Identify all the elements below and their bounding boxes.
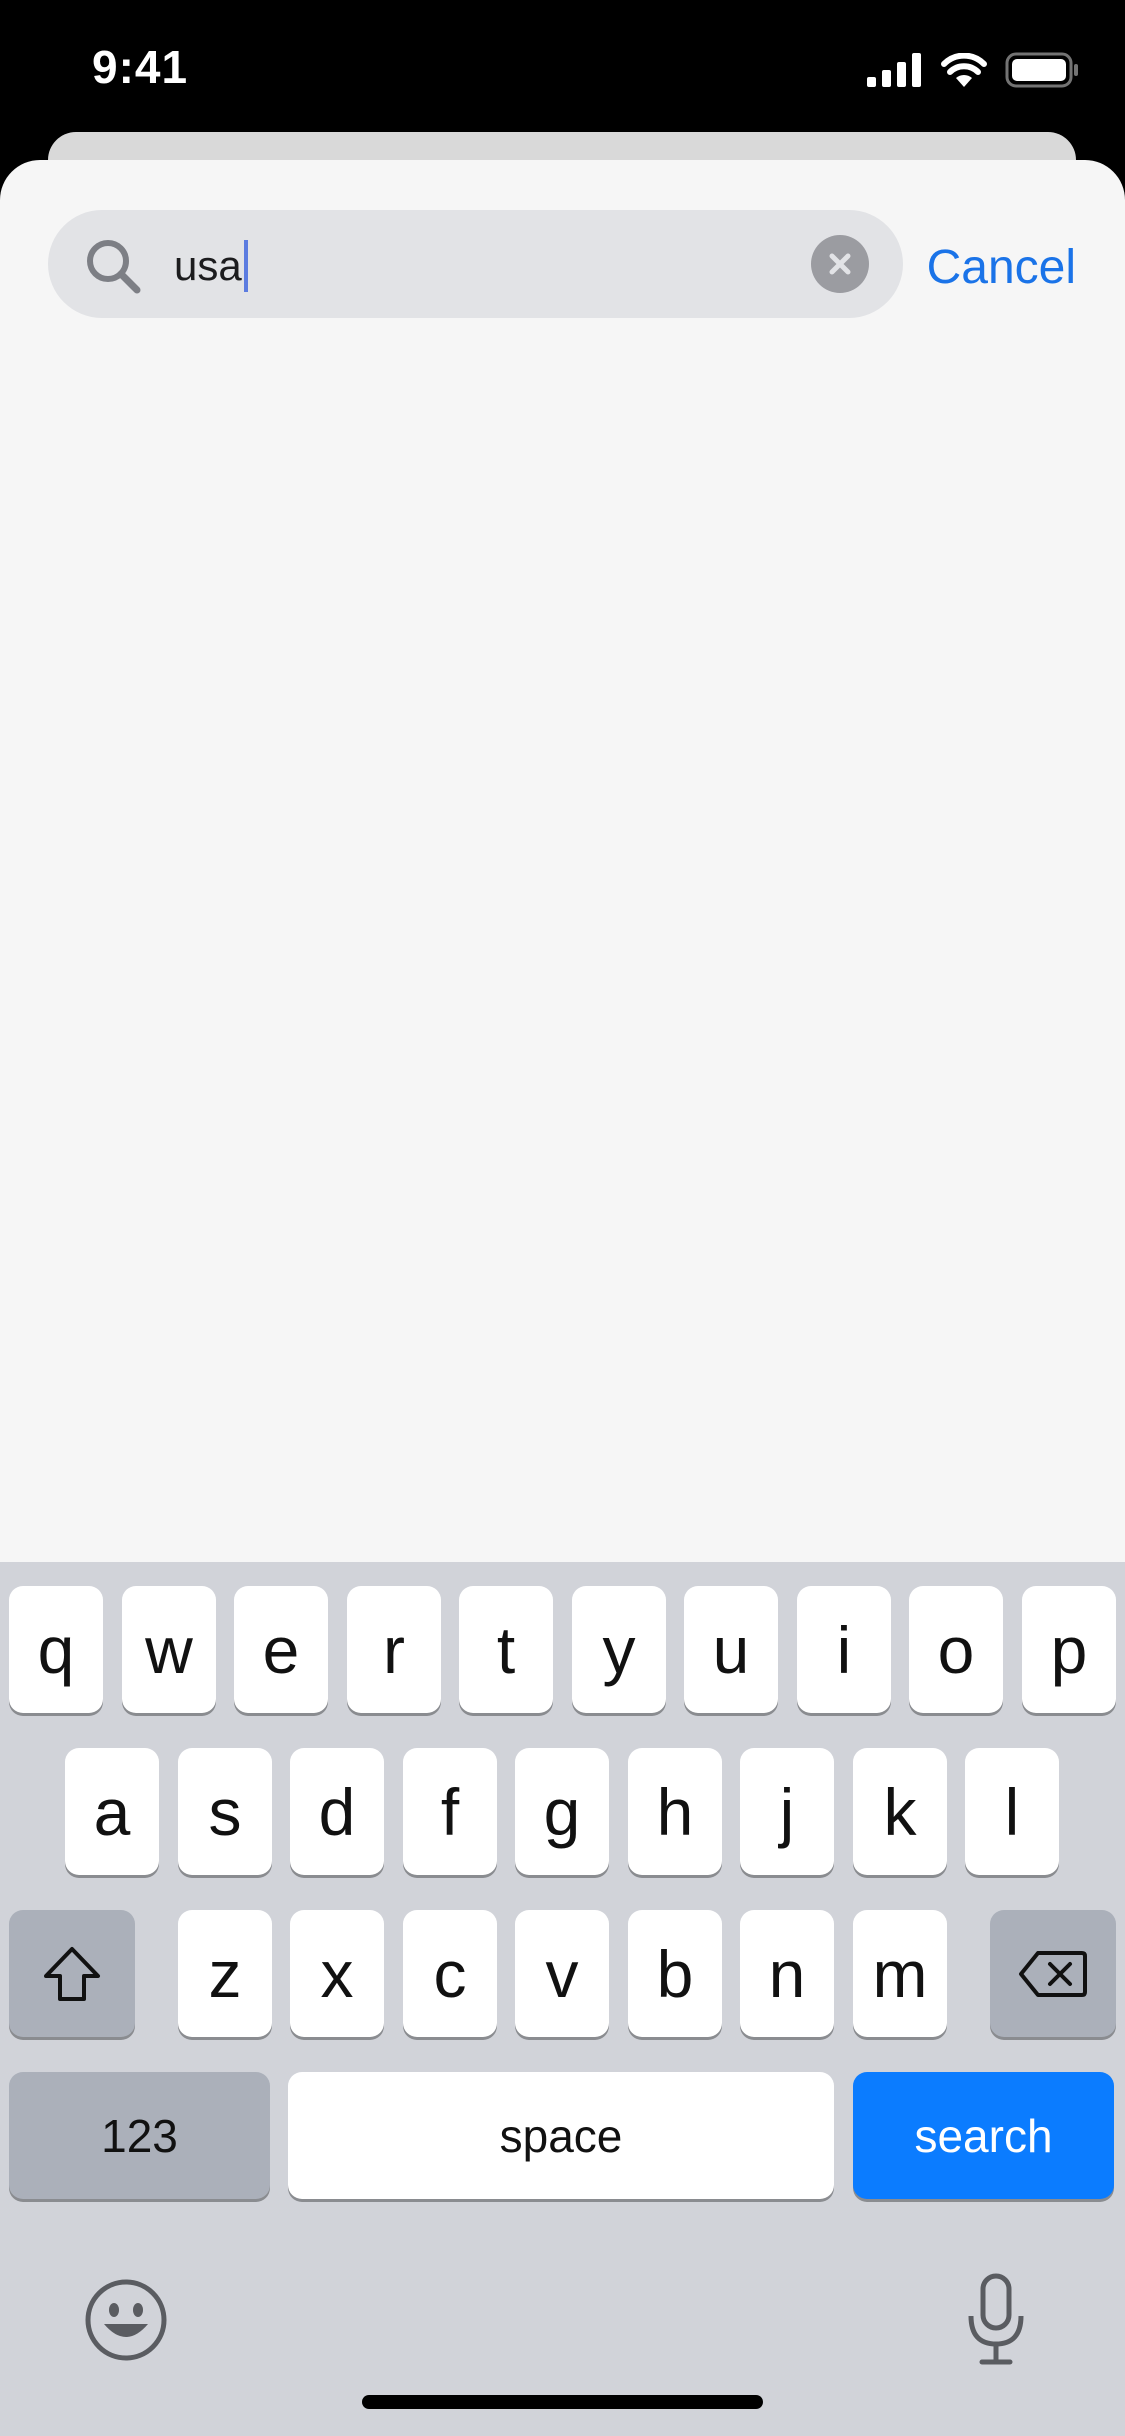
key-b[interactable]: b xyxy=(628,1910,722,2037)
home-indicator[interactable] xyxy=(362,2395,763,2409)
key-f[interactable]: f xyxy=(403,1748,497,1875)
battery-icon xyxy=(1005,52,1078,88)
numbers-key[interactable]: 123 xyxy=(9,2072,270,2199)
delete-key[interactable] xyxy=(990,1910,1116,2037)
emoji-icon[interactable] xyxy=(84,2278,168,2362)
key-d[interactable]: d xyxy=(290,1748,384,1875)
search-input[interactable]: usa xyxy=(174,240,248,292)
key-h[interactable]: h xyxy=(628,1748,722,1875)
search-icon xyxy=(87,240,141,294)
search-key-label: search xyxy=(914,2109,1053,2162)
key-s[interactable]: s xyxy=(178,1748,272,1875)
key-n[interactable]: n xyxy=(740,1910,834,2037)
clear-button[interactable] xyxy=(811,235,869,293)
key-a[interactable]: a xyxy=(65,1748,159,1875)
key-k[interactable]: k xyxy=(853,1748,947,1875)
key-q[interactable]: q xyxy=(9,1586,103,1713)
key-t[interactable]: t xyxy=(459,1586,553,1713)
key-o[interactable]: o xyxy=(909,1586,1003,1713)
keyboard-row-3: z x c v b n m xyxy=(0,1910,1125,2037)
key-z[interactable]: z xyxy=(178,1910,272,2037)
wifi-icon xyxy=(941,53,987,87)
search-query: usa xyxy=(174,242,242,289)
key-y[interactable]: y xyxy=(572,1586,666,1713)
key-p[interactable]: p xyxy=(1022,1586,1116,1713)
numbers-key-label: 123 xyxy=(101,2109,178,2162)
keyboard: q w e r t y u i o p a s d f g h j k l z … xyxy=(0,1562,1125,2436)
search-key[interactable]: search xyxy=(853,2072,1114,2199)
delete-icon xyxy=(1019,1950,1087,1997)
space-key-label: space xyxy=(499,2109,623,2162)
microphone-icon[interactable] xyxy=(966,2272,1026,2368)
keyboard-row-2: a s d f g h j k l xyxy=(0,1748,1125,1875)
clear-icon xyxy=(829,253,851,275)
status-time: 9:41 xyxy=(92,41,189,93)
status-icons xyxy=(867,48,1079,92)
key-x[interactable]: x xyxy=(290,1910,384,2037)
key-w[interactable]: w xyxy=(122,1586,216,1713)
text-caret xyxy=(243,240,248,292)
key-u[interactable]: u xyxy=(684,1586,778,1713)
cancel-button[interactable]: Cancel xyxy=(927,240,1076,295)
space-key[interactable]: space xyxy=(288,2072,834,2199)
signal-icon xyxy=(867,53,921,87)
shift-key[interactable] xyxy=(9,1910,135,2037)
key-e[interactable]: e xyxy=(234,1586,328,1713)
search-field[interactable]: usa xyxy=(48,210,903,318)
status-bar: 9:41 xyxy=(0,0,1125,140)
keyboard-row-1: q w e r t y u i o p xyxy=(0,1586,1125,1713)
key-c[interactable]: c xyxy=(403,1910,497,2037)
key-v[interactable]: v xyxy=(515,1910,609,2037)
key-m[interactable]: m xyxy=(853,1910,947,2037)
key-i[interactable]: i xyxy=(797,1586,891,1713)
keyboard-row-4: 123 space search xyxy=(0,2072,1125,2199)
key-l[interactable]: l xyxy=(965,1748,1059,1875)
key-g[interactable]: g xyxy=(515,1748,609,1875)
key-j[interactable]: j xyxy=(740,1748,834,1875)
key-r[interactable]: r xyxy=(347,1586,441,1713)
shift-icon xyxy=(44,1946,100,2001)
